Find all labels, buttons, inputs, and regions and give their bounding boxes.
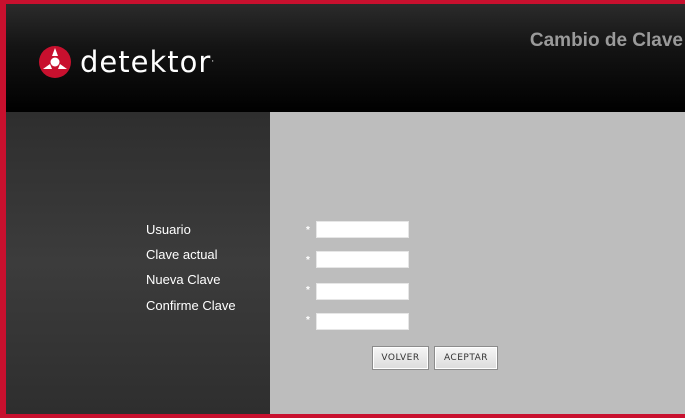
app-frame: detektor. Cambio de Clave Usuario Clave … — [0, 0, 685, 418]
required-mark: * — [306, 225, 310, 236]
required-mark: * — [306, 315, 310, 326]
volver-button[interactable]: VOLVER — [372, 346, 429, 370]
header: detektor. Cambio de Clave — [6, 4, 685, 112]
detektor-logo-icon — [39, 46, 71, 78]
label-clave-actual: Clave actual — [146, 247, 218, 262]
page-title: Cambio de Clave — [529, 30, 683, 51]
brand-name: detektor. — [80, 45, 216, 79]
label-usuario: Usuario — [146, 222, 191, 237]
label-confirme-clave: Confirme Clave — [146, 298, 236, 313]
label-nueva-clave: Nueva Clave — [146, 272, 221, 287]
required-mark: * — [306, 285, 310, 296]
nueva-clave-input[interactable] — [316, 283, 409, 300]
brand-logo: detektor. — [38, 42, 215, 82]
required-mark: * — [306, 255, 310, 266]
sidebar-panel — [6, 112, 270, 414]
clave-actual-input[interactable] — [316, 251, 409, 268]
confirme-clave-input[interactable] — [316, 313, 409, 330]
usuario-input[interactable] — [316, 221, 409, 238]
aceptar-button[interactable]: ACEPTAR — [434, 346, 498, 370]
